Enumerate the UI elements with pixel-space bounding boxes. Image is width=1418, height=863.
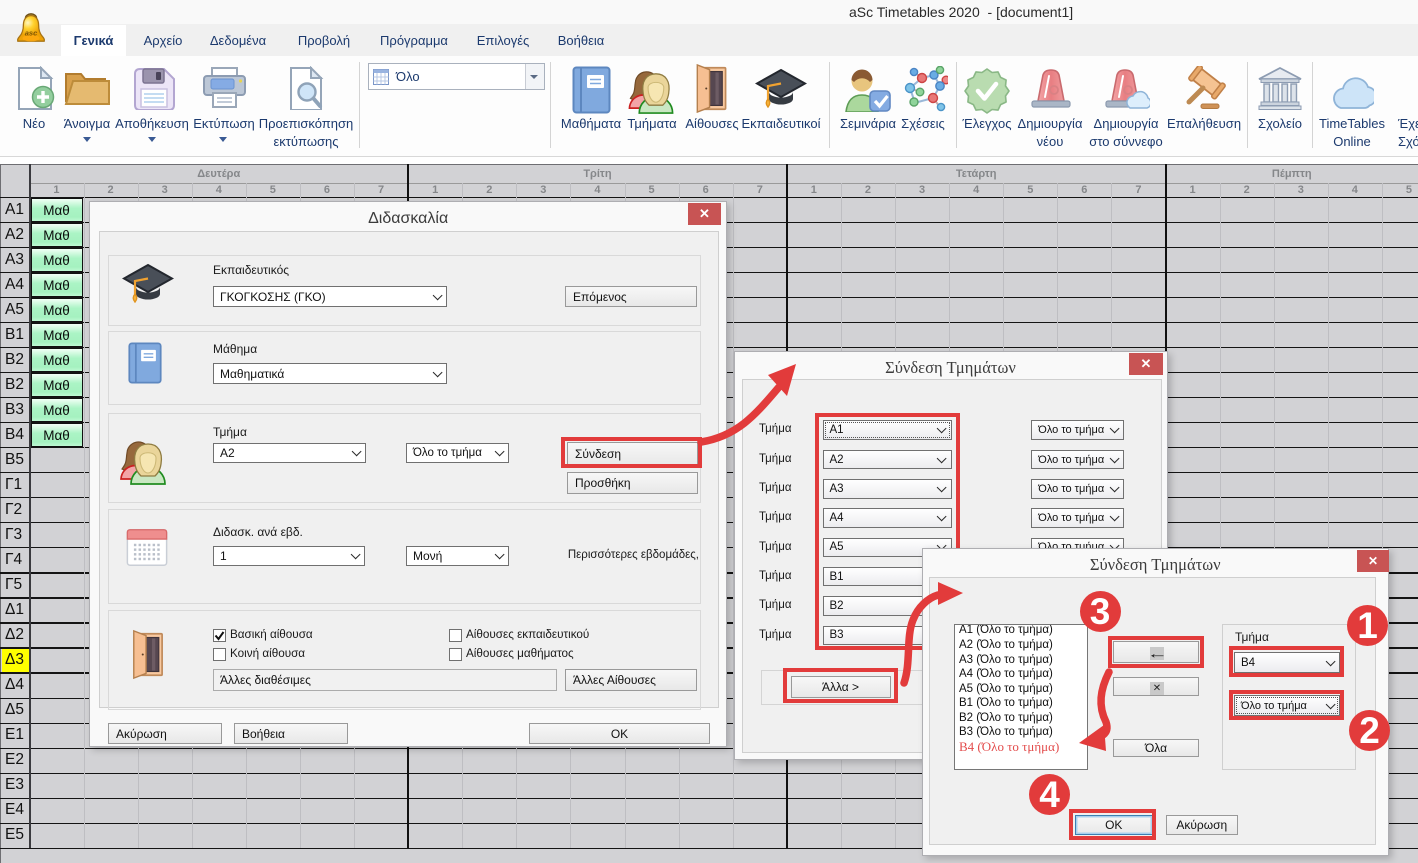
svg-text:asc: asc bbox=[25, 28, 38, 37]
